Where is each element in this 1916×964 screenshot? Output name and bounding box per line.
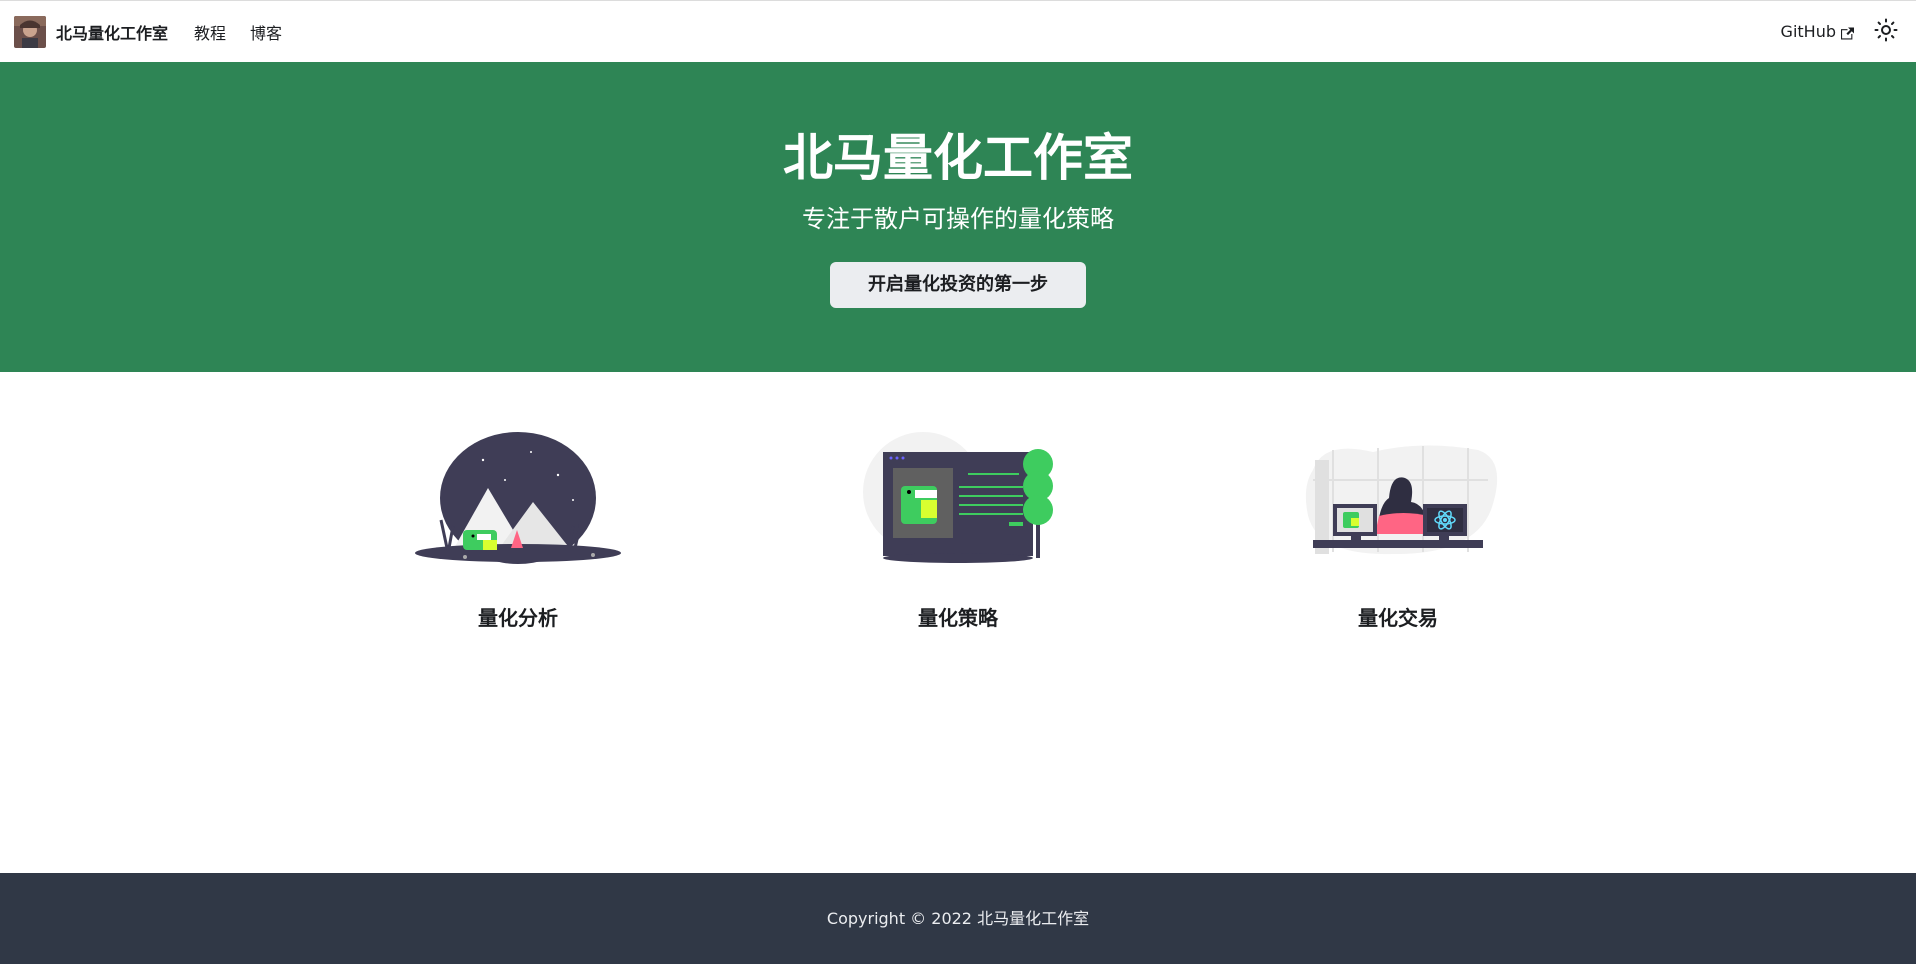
sun-icon <box>1874 18 1898 46</box>
get-started-button[interactable]: 开启量化投资的第一步 <box>830 262 1086 308</box>
brand-title: 北马量化工作室 <box>56 23 169 43</box>
github-link[interactable]: GitHub <box>1781 22 1854 41</box>
desk-person-illustration <box>1305 445 1498 555</box>
navbar: 北马量化工作室 教程 博客 GitHub <box>0 0 1916 62</box>
monitor-tree-illustration <box>863 432 1053 563</box>
hero-subtitle: 专注于散户可操作的量化策略 <box>802 205 1114 233</box>
hero-banner: 北马量化工作室 专注于散户可操作的量化策略 开启量化投资的第一步 <box>0 62 1916 372</box>
nav-link-blog[interactable]: 博客 <box>250 20 282 44</box>
feature-trading: 量化交易 <box>1178 430 1618 631</box>
copyright-text: Copyright © 2022 北马量化工作室 <box>826 909 1090 928</box>
external-link-icon <box>1841 25 1854 40</box>
feature-strategy: 量化策略 <box>738 430 1178 631</box>
feature-title-trading: 量化交易 <box>1358 606 1438 630</box>
mountain-illustration <box>415 432 621 564</box>
navbar-right: GitHub <box>1781 16 1902 48</box>
theme-toggle-button[interactable] <box>1870 16 1902 48</box>
github-label: GitHub <box>1780 22 1836 41</box>
hero-title: 北马量化工作室 <box>783 129 1133 187</box>
footer: Copyright © 2022 北马量化工作室 <box>0 873 1916 964</box>
brand-link[interactable]: 北马量化工作室 <box>14 15 169 48</box>
nav-link-tutorial[interactable]: 教程 <box>194 20 226 44</box>
feature-title-analysis: 量化分析 <box>478 606 558 630</box>
logo-avatar <box>14 15 46 48</box>
feature-title-strategy: 量化策略 <box>918 606 998 630</box>
feature-analysis: 量化分析 <box>298 430 738 631</box>
